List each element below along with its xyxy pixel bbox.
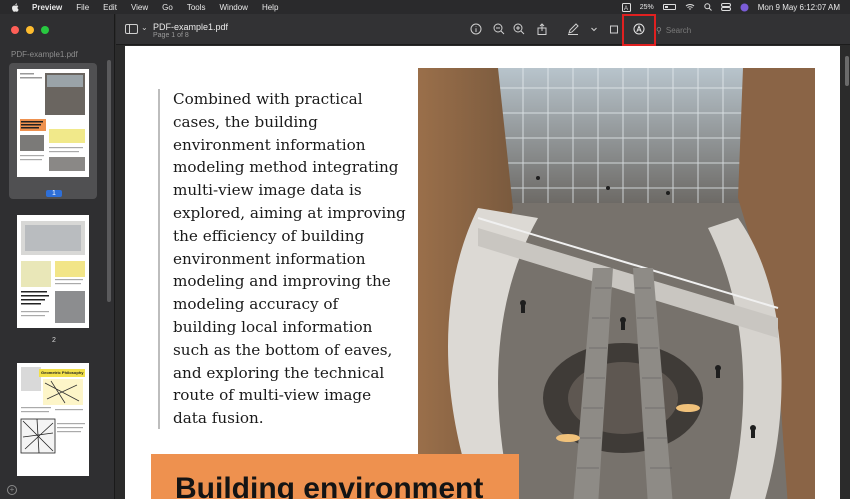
body-line: such as the bottom of eaves, — [173, 340, 393, 359]
chevron-down-icon[interactable] — [588, 23, 600, 35]
menu-bar: Preview File Edit View Go Tools Window H… — [0, 0, 850, 14]
body-line: building local information — [173, 317, 373, 336]
body-line: environment information — [173, 135, 366, 154]
pen-icon[interactable] — [567, 23, 579, 35]
page-number-2: 2 — [52, 337, 56, 344]
menu-app-preview[interactable]: Preview — [32, 3, 62, 12]
menu-window[interactable]: Window — [220, 3, 248, 12]
sidebar-toggle-icon[interactable] — [125, 24, 138, 34]
menu-file[interactable]: File — [76, 3, 89, 12]
body-line: and exploring the technical — [173, 363, 385, 382]
menu-clock[interactable]: Mon 9 May 6:12:07 AM — [758, 3, 840, 12]
sidebar-scrollbar[interactable] — [107, 60, 111, 302]
control-center-icon[interactable] — [720, 3, 731, 11]
page-thumbnail-3[interactable]: Geometric Philosophy — [17, 363, 89, 476]
body-line: explored, aiming at improving — [173, 203, 406, 222]
apple-menu-icon[interactable] — [10, 2, 20, 12]
search-input[interactable] — [665, 25, 816, 35]
sidebar-add-icon[interactable]: + — [7, 485, 17, 495]
body-line: data fusion. — [173, 409, 264, 428]
crop-icon[interactable] — [608, 23, 620, 35]
toolbar: ⌄ PDF-example1.pdf Page 1 of 8 ⚲ — [116, 14, 850, 46]
battery-percent: 25% — [639, 3, 654, 11]
body-line: modeling accuracy of — [173, 295, 339, 314]
text-input-icon[interactable]: A — [621, 2, 631, 12]
minimize-window-button[interactable] — [26, 26, 34, 34]
atrium-photo — [418, 68, 815, 499]
page-body-text: Combined with practical cases, the build… — [173, 88, 406, 430]
window-controls — [11, 26, 49, 34]
body-line: Combined with practical — [173, 90, 363, 108]
page-1-preview-graphic — [17, 69, 89, 177]
document-view[interactable]: Combined with practical cases, the build… — [116, 46, 850, 499]
status-area: A 25% Mon 9 May 6:12:07 AM — [621, 0, 840, 14]
page-3-preview-graphic — [17, 363, 89, 476]
menu-go[interactable]: Go — [162, 3, 173, 12]
zoom-in-icon[interactable] — [513, 23, 525, 35]
page-thumbnail-2[interactable] — [17, 215, 89, 328]
document-scrollbar[interactable] — [845, 56, 849, 86]
quote-rule — [158, 89, 160, 429]
spotlight-search-icon[interactable] — [704, 3, 712, 11]
body-line: cases, the building — [173, 112, 318, 131]
document-title: PDF-example1.pdf — [153, 22, 229, 32]
body-line: multi-view image data is — [173, 181, 362, 200]
close-window-button[interactable] — [11, 26, 19, 34]
body-line: environment information — [173, 249, 366, 268]
body-line: route of multi-view image — [173, 386, 372, 405]
page-thumbnail-1[interactable] — [17, 69, 89, 177]
battery-icon[interactable] — [662, 4, 676, 10]
pdf-page: Combined with practical cases, the build… — [125, 46, 840, 499]
page-3-title: Geometric Philosophy — [41, 370, 84, 375]
search-field[interactable]: ⚲ — [656, 24, 836, 36]
sidebar-file-name: PDF-example1.pdf — [11, 50, 78, 59]
menu-tools[interactable]: Tools — [187, 3, 206, 12]
menu-view[interactable]: View — [131, 3, 148, 12]
siri-icon[interactable] — [740, 3, 749, 12]
page-headline: Building environment — [175, 472, 484, 499]
document-page-indicator: Page 1 of 8 — [153, 32, 189, 39]
menu-help[interactable]: Help — [262, 3, 278, 12]
body-line: modeling method integrating — [173, 158, 399, 177]
info-icon[interactable] — [470, 23, 482, 35]
search-icon: ⚲ — [656, 25, 662, 35]
page-2-preview-graphic — [17, 215, 89, 328]
zoom-out-icon[interactable] — [493, 23, 505, 35]
body-line: the efficiency of building — [173, 226, 365, 245]
markup-icon[interactable] — [633, 23, 645, 35]
menu-edit[interactable]: Edit — [103, 3, 117, 12]
wifi-icon[interactable] — [685, 3, 695, 11]
preview-window: PDF-example1.pdf 1 2 Geometric Philosoph… — [0, 14, 850, 499]
sidebar-menu-chevron-icon[interactable]: ⌄ — [141, 23, 148, 32]
share-icon[interactable] — [536, 23, 548, 35]
body-line: modeling and improving the — [173, 272, 391, 291]
page-number-1: 1 — [46, 190, 62, 197]
thumbnail-sidebar: PDF-example1.pdf 1 2 Geometric Philosoph… — [0, 14, 115, 499]
zoom-window-button[interactable] — [41, 26, 49, 34]
svg-text:A: A — [624, 6, 628, 12]
